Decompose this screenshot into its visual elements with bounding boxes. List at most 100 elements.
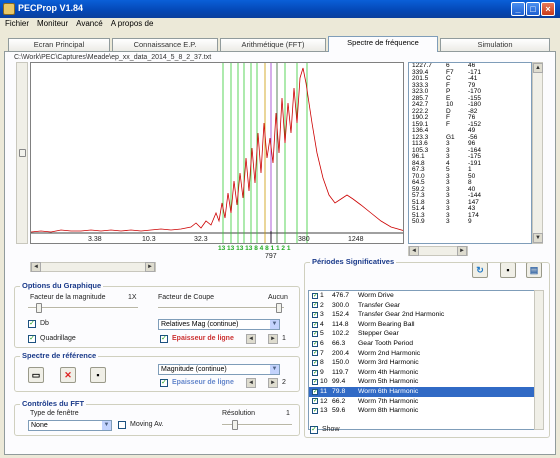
period-index: 11 [320, 387, 328, 395]
tab-arithmetique-fft[interactable]: Arithmétique (FFT) [220, 38, 326, 51]
period-index: 7 [320, 349, 324, 357]
db-label: Db [40, 320, 49, 327]
ref-line-width-up[interactable]: ► [268, 378, 278, 388]
resolution-value: 1 [286, 410, 290, 417]
period-row[interactable]: ✓ 11 79.8 Worm 6th Harmonic [309, 386, 543, 397]
period-value: 152.4 [332, 311, 350, 319]
frequency-list[interactable]: 1227.7 6 46 339.4 F7 -171 201.5 C -41 333.3 F 79 323… [408, 62, 532, 244]
period-value: 59.6 [332, 407, 346, 415]
ref-line-width-label: Epaisseur de ligne [172, 379, 234, 386]
period-value: 300.0 [332, 301, 350, 309]
tab-simulation[interactable]: Simulation [440, 38, 550, 51]
menu-a-propos[interactable]: A propos de [111, 19, 154, 30]
db-checkbox[interactable]: ✓ [28, 320, 36, 328]
line-width-up[interactable]: ► [268, 334, 278, 344]
close-button[interactable]: × [541, 2, 555, 16]
delete-x-icon[interactable]: ✕ [60, 367, 76, 383]
period-row[interactable]: ✓ 2 300.0 Transfer Gear [309, 301, 543, 311]
period-row[interactable]: ✓ 13 59.6 Worm 8th Harmonic [309, 406, 543, 416]
period-row[interactable]: ✓ 5 102.2 Stepper Gear [309, 329, 543, 339]
list-scroll-down[interactable]: ▼ [533, 233, 543, 243]
period-checkbox[interactable]: ✓ [312, 331, 318, 338]
cut-slider-track [158, 307, 284, 309]
period-row[interactable]: ✓ 1 476.7 Worm Drive [309, 291, 543, 301]
list-vscroll[interactable]: ▲ ▼ [532, 62, 543, 244]
period-name: Worm 5th Harmonic [358, 378, 419, 386]
chevron-down-icon: ▼ [269, 365, 279, 374]
x-tick: 10.3 [142, 236, 156, 243]
ref-line-width-checkbox[interactable]: ✓ [160, 379, 168, 387]
period-checkbox[interactable]: ✓ [312, 359, 318, 366]
moving-avg-label: Moving Av. [130, 421, 164, 428]
minimize-button[interactable]: _ [511, 2, 525, 16]
tab-spectre-frequence[interactable]: Spectre de fréquence [328, 36, 438, 52]
period-row[interactable]: ✓ 8 150.0 Worm 3rd Harmonic [309, 358, 543, 368]
period-value: 119.7 [332, 368, 349, 376]
period-name: Worm Drive [358, 292, 394, 299]
x-tick: 380 [298, 236, 310, 243]
menu-avance[interactable]: Avancé [76, 19, 103, 30]
spectrum-svg [31, 63, 403, 243]
file-path: C:\Work\PEC\Captures\Meade\ep_xx_data_20… [14, 54, 212, 61]
line-width-checkbox[interactable]: ✓ [160, 335, 168, 343]
list-item[interactable]: 50.9 3 9 [409, 218, 531, 226]
menu-fichier[interactable]: Fichier [5, 19, 29, 30]
period-checkbox[interactable]: ✓ [312, 407, 318, 414]
line-width-down[interactable]: ◄ [246, 334, 256, 344]
magnitude-slider-thumb[interactable] [36, 303, 42, 313]
tab-connaissance-ep[interactable]: Connaissance E.P. [112, 38, 218, 51]
periods-vscroll[interactable] [534, 290, 544, 430]
magnitude-select[interactable]: Magnitude (continue) ▼ [158, 364, 280, 375]
period-row[interactable]: ✓ 6 66.3 Gear Tooth Period [309, 339, 543, 349]
period-checkbox[interactable]: ✓ [312, 398, 318, 405]
app-icon [3, 3, 15, 15]
period-checkbox[interactable]: ✓ [312, 321, 318, 328]
period-row[interactable]: ✓ 3 152.4 Transfer Gear 2nd Harmonic [309, 310, 543, 320]
window-title: PECProp V1.84 [18, 3, 84, 13]
period-checkbox[interactable]: ✓ [312, 340, 318, 347]
period-checkbox[interactable]: ✓ [312, 369, 318, 376]
plot-hscroll[interactable]: ◄ ► [30, 262, 156, 272]
save-reference-icon[interactable]: ▪ [90, 367, 106, 383]
relative-mag-select[interactable]: Relatives Mag (continue) ▼ [158, 319, 280, 330]
period-checkbox[interactable]: ✓ [312, 350, 318, 357]
hscroll-right[interactable]: ► [145, 262, 155, 272]
list-hscroll[interactable]: ◄ ► [408, 246, 468, 256]
period-value: 66.2 [332, 397, 346, 405]
list-item-value: 9 [468, 218, 472, 225]
period-row[interactable]: ✓ 10 99.4 Worm 5th Harmonic [309, 377, 543, 387]
period-checkbox[interactable]: ✓ [312, 388, 318, 395]
period-row[interactable]: ✓ 9 119.7 Worm 4th Harmonic [309, 368, 543, 378]
moving-avg-checkbox[interactable] [118, 421, 126, 429]
resolution-slider-thumb[interactable] [232, 420, 238, 430]
list-hscroll-left[interactable]: ◄ [409, 246, 419, 256]
period-index: 4 [320, 320, 324, 328]
hscroll-left[interactable]: ◄ [31, 262, 41, 272]
ref-line-width-down[interactable]: ◄ [246, 378, 256, 388]
period-row[interactable]: ✓ 12 66.2 Worm 7th Harmonic [309, 397, 543, 407]
period-checkbox[interactable]: ✓ [312, 311, 318, 318]
grid-checkbox[interactable]: ✓ [28, 335, 36, 343]
window-type-select[interactable]: None ▼ [28, 420, 112, 431]
list-scroll-up[interactable]: ▲ [533, 63, 543, 73]
period-checkbox[interactable]: ✓ [312, 292, 318, 299]
period-name: Worm 7th Harmonic [358, 397, 419, 405]
plot-vscroll-thumb[interactable] [19, 149, 26, 157]
plot-vscroll[interactable] [16, 62, 28, 244]
periods-list[interactable]: ✓ 1 476.7 Worm Drive ✓ 2 300.0 Transfer Gear ✓ 3 1… [308, 290, 544, 430]
period-value: 79.8 [332, 387, 346, 395]
period-row[interactable]: ✓ 4 114.8 Worm Bearing Ball [309, 320, 543, 330]
menu-moniteur[interactable]: Moniteur [37, 19, 68, 30]
period-checkbox[interactable]: ✓ [312, 302, 318, 309]
magnitude-value: 1X [128, 294, 137, 301]
cut-slider-thumb[interactable] [276, 303, 282, 313]
open-folder-icon[interactable]: ▭ [28, 367, 44, 383]
tab-ecran-principal[interactable]: Ecran Principal [8, 38, 110, 51]
period-checkbox[interactable]: ✓ [312, 379, 318, 386]
maximize-button[interactable]: □ [526, 2, 540, 16]
list-hscroll-right[interactable]: ► [457, 246, 467, 256]
period-name: Worm 6th Harmonic [358, 387, 419, 395]
period-row[interactable]: ✓ 7 200.4 Worm 2nd Harmonic [309, 349, 543, 359]
show-checkbox[interactable]: ✓ [310, 426, 318, 434]
period-name: Transfer Gear [358, 301, 401, 309]
